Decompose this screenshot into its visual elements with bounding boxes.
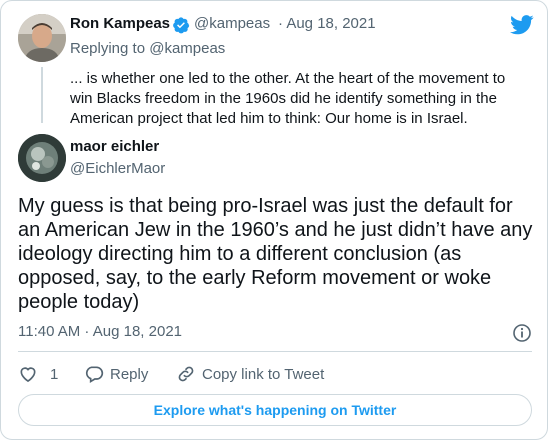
like-count: 1 xyxy=(50,365,59,383)
info-icon[interactable] xyxy=(512,323,532,343)
quoted-tweet-date[interactable]: · Aug 18, 2021 xyxy=(278,15,376,32)
explore-twitter-button[interactable]: Explore what's happening on Twitter xyxy=(18,394,532,426)
ron-kampeas-avatar[interactable] xyxy=(18,14,66,62)
verified-badge-icon xyxy=(173,17,190,34)
maor-eichler-avatar[interactable] xyxy=(18,134,66,182)
link-icon xyxy=(178,366,194,382)
quoted-author-name[interactable]: Ron Kampeas xyxy=(70,15,170,32)
reply-icon xyxy=(85,366,104,383)
heart-icon xyxy=(20,367,36,383)
tweet-text: My guess is that being pro-Israel was ju… xyxy=(18,195,533,313)
tweet-author-handle[interactable]: @EichlerMaor xyxy=(70,160,165,177)
reply-button[interactable]: Reply xyxy=(84,364,148,384)
thread-connector-line xyxy=(41,67,43,123)
actions-divider xyxy=(18,351,532,352)
tweet-author-name[interactable]: maor eichler xyxy=(70,138,159,155)
replying-to-label[interactable]: Replying to @kampeas xyxy=(70,40,225,57)
tweet-embed-card: Ron Kampeas @kampeas · Aug 18, 2021 Repl… xyxy=(0,0,548,440)
person-photo-icon xyxy=(18,14,66,62)
like-button[interactable]: 1 xyxy=(18,364,58,384)
quoted-author-handle[interactable]: @kampeas xyxy=(194,15,270,32)
copy-link-label: Copy link to Tweet xyxy=(202,365,325,383)
profile-image-icon xyxy=(18,134,66,182)
reply-label: Reply xyxy=(110,365,149,383)
copy-link-button[interactable]: Copy link to Tweet xyxy=(176,364,324,384)
twitter-bird-icon[interactable] xyxy=(510,15,534,35)
quoted-tweet-text: ... is whether one led to the other. At … xyxy=(70,70,506,127)
tweet-timestamp[interactable]: 11:40 AM · Aug 18, 2021 xyxy=(18,323,182,340)
